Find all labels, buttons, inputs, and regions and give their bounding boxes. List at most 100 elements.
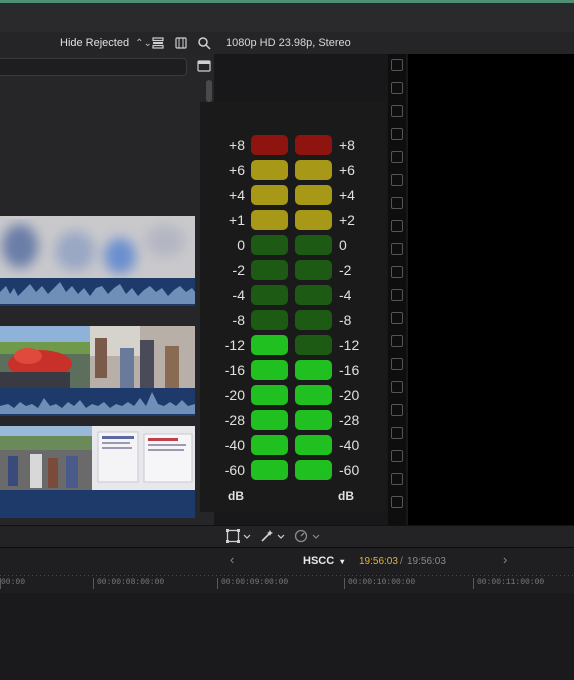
clip-appearance-icon[interactable]	[151, 36, 165, 50]
sprocket-hole	[391, 151, 403, 163]
meter-segment-right	[295, 160, 332, 180]
meter-scale-label-left: -8	[232, 312, 245, 328]
clip-thumbnail	[0, 216, 195, 306]
clip-thumbnail	[0, 326, 195, 416]
db-label-left: dB	[228, 489, 244, 503]
meter-segment-right	[295, 235, 332, 255]
meter-scale-label-right: +8	[339, 137, 355, 153]
sprocket-hole	[391, 450, 403, 462]
meter-segment-left	[251, 460, 288, 480]
meter-segment-left	[251, 435, 288, 455]
sprocket-hole	[391, 220, 403, 232]
viewer-frame	[408, 54, 574, 525]
sprocket-hole	[391, 243, 403, 255]
timeline-back-button[interactable]: ‹	[230, 552, 234, 567]
total-timecode: 19:56:03	[407, 556, 446, 567]
ruler-minor-ticks	[0, 575, 574, 576]
ruler-tick	[344, 578, 345, 589]
meter-segment-left	[251, 385, 288, 405]
meter-segment-right	[295, 360, 332, 380]
clip-filter-label: Hide Rejected	[60, 37, 130, 49]
current-timecode: 19:56:03	[359, 556, 398, 567]
browser-clip[interactable]	[0, 426, 195, 518]
meter-segment-left	[251, 160, 288, 180]
meter-segment-left	[251, 285, 288, 305]
meter-segment-left	[251, 185, 288, 205]
meter-segment-right	[295, 310, 332, 330]
sprocket-hole	[391, 197, 403, 209]
meter-scale-label-left: +6	[229, 162, 245, 178]
window-title-band	[0, 3, 574, 32]
ruler-tick-label: 00:00:08:00:00	[97, 578, 165, 587]
sprocket-hole	[391, 105, 403, 117]
browser-clip[interactable]	[0, 216, 195, 306]
sprocket-hole	[391, 128, 403, 140]
meter-scale-label-left: -12	[224, 337, 245, 353]
browser-search-field[interactable]	[0, 58, 187, 76]
meter-scale-label-right: -40	[339, 437, 360, 453]
browser-clip[interactable]	[0, 326, 195, 416]
sprocket-hole	[391, 473, 403, 485]
meter-segment-right	[295, 185, 332, 205]
browser-filmstrip-toggle-icon[interactable]	[197, 60, 211, 72]
meter-scale-label-right: -60	[339, 462, 360, 478]
meter-segment-right	[295, 410, 332, 430]
meter-segment-right	[295, 210, 332, 230]
timeline-project-menu[interactable]: HSCC ▾	[303, 555, 344, 567]
sprocket-hole	[391, 82, 403, 94]
meter-scale-label-right: -20	[339, 387, 360, 403]
timeline-area[interactable]	[0, 593, 574, 680]
search-icon[interactable]	[197, 36, 211, 50]
meter-scale-label-left: -28	[224, 412, 245, 428]
meter-scale-label-right: -16	[339, 362, 360, 378]
clip-filter-popup[interactable]: Hide Rejected ⌃⌄	[60, 37, 152, 49]
enhance-wand-icon[interactable]	[260, 529, 286, 543]
transform-crop-icon[interactable]	[226, 529, 252, 543]
sprocket-hole	[391, 335, 403, 347]
sprocket-hole	[391, 381, 403, 393]
ruler-tick-label: 00:00	[1, 578, 26, 587]
db-label-right: dB	[338, 489, 354, 503]
sprocket-hole	[391, 289, 403, 301]
meter-scale-label-right: +6	[339, 162, 355, 178]
sprocket-hole	[391, 266, 403, 278]
meter-segment-right	[295, 135, 332, 155]
meter-segment-right	[295, 460, 332, 480]
meter-segment-left	[251, 335, 288, 355]
meter-scale-label-right: +4	[339, 187, 355, 203]
meter-scale-label-right: +2	[339, 212, 355, 228]
retime-speed-icon[interactable]	[294, 529, 322, 543]
ruler-tick	[93, 578, 94, 589]
viewer-format-label: 1080p HD 23.98p, Stereo	[226, 37, 351, 49]
clip-thumbnail	[0, 426, 195, 518]
meter-scale-label-right: -8	[339, 312, 352, 328]
meter-scale-label-left: -60	[224, 462, 245, 478]
meter-segment-left	[251, 260, 288, 280]
meter-segment-right	[295, 385, 332, 405]
filmstrip-view-icon[interactable]	[174, 36, 188, 50]
meter-segment-right	[295, 285, 332, 305]
sprocket-hole	[391, 174, 403, 186]
meter-segment-right	[295, 260, 332, 280]
meter-scale-label-left: -16	[224, 362, 245, 378]
meter-segment-left	[251, 210, 288, 230]
meter-segment-left	[251, 410, 288, 430]
browser-scrollbar[interactable]	[206, 80, 212, 102]
timeline-forward-button[interactable]: ›	[503, 552, 507, 567]
timecode-separator: /	[400, 556, 403, 567]
meter-scale-label-right: -12	[339, 337, 360, 353]
ruler-tick	[473, 578, 474, 589]
meter-scale-label-left: +1	[229, 212, 245, 228]
meter-scale-label-right: -4	[339, 287, 352, 303]
meter-segment-right	[295, 435, 332, 455]
ruler-tick	[217, 578, 218, 589]
ruler-tick-label: 00:00:09:00:00	[221, 578, 289, 587]
ruler-tick-label: 00:00:10:00:00	[348, 578, 416, 587]
meter-scale-label-left: 0	[237, 237, 245, 253]
project-name: HSCC	[303, 555, 335, 567]
sprocket-hole	[391, 404, 403, 416]
meter-scale-label-left: -40	[224, 437, 245, 453]
meter-scale-label-right: -28	[339, 412, 360, 428]
sprocket-hole	[391, 427, 403, 439]
timeline-nav-bar	[0, 547, 574, 574]
